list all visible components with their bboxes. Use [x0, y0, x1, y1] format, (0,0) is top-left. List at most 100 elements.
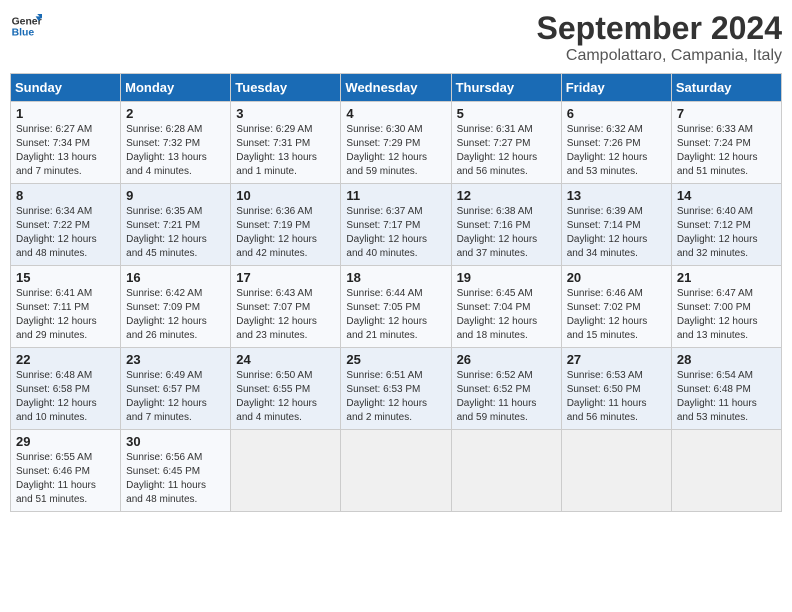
day-number: 13 — [567, 188, 666, 203]
cell-info: Sunrise: 6:36 AMSunset: 7:19 PMDaylight:… — [236, 206, 317, 259]
day-number: 1 — [16, 106, 115, 121]
day-number: 19 — [457, 270, 556, 285]
calendar-cell: 10 Sunrise: 6:36 AMSunset: 7:19 PMDayligh… — [231, 184, 341, 266]
calendar-cell — [671, 430, 781, 512]
title-area: September 2024 Campolattaro, Campania, I… — [537, 10, 782, 65]
cell-info: Sunrise: 6:33 AMSunset: 7:24 PMDaylight:… — [677, 124, 758, 177]
day-number: 10 — [236, 188, 335, 203]
calendar-cell: 3Sunrise: 6:29 AMSunset: 7:31 PMDaylight… — [231, 102, 341, 184]
day-number: 3 — [236, 106, 335, 121]
day-number: 15 — [16, 270, 115, 285]
cell-info: Sunrise: 6:32 AMSunset: 7:26 PMDaylight:… — [567, 124, 648, 177]
cell-info: Sunrise: 6:46 AMSunset: 7:02 PMDaylight:… — [567, 288, 648, 341]
cell-info: Sunrise: 6:43 AMSunset: 7:07 PMDaylight:… — [236, 288, 317, 341]
header-row: SundayMondayTuesdayWednesdayThursdayFrid… — [11, 74, 782, 102]
day-number: 12 — [457, 188, 556, 203]
calendar-cell: 6 Sunrise: 6:32 AMSunset: 7:26 PMDaylight… — [561, 102, 671, 184]
cell-info: Sunrise: 6:49 AMSunset: 6:57 PMDaylight:… — [126, 370, 207, 423]
calendar-cell: 28Sunrise: 6:54 AMSunset: 6:48 PMDayligh… — [671, 348, 781, 430]
calendar-cell — [341, 430, 451, 512]
calendar-cell: 17Sunrise: 6:43 AMSunset: 7:07 PMDayligh… — [231, 266, 341, 348]
day-number: 30 — [126, 434, 225, 449]
day-number: 14 — [677, 188, 776, 203]
cell-info: Sunrise: 6:34 AMSunset: 7:22 PMDaylight:… — [16, 206, 97, 259]
weekday-header: Monday — [121, 74, 231, 102]
calendar-cell: 30Sunrise: 6:56 AMSunset: 6:45 PMDayligh… — [121, 430, 231, 512]
cell-info: Sunrise: 6:41 AMSunset: 7:11 PMDaylight:… — [16, 288, 97, 341]
calendar-cell: 20 Sunrise: 6:46 AMSunset: 7:02 PMDayligh… — [561, 266, 671, 348]
calendar-cell: 1 Sunrise: 6:27 AMSunset: 7:34 PMDaylight… — [11, 102, 121, 184]
cell-info: Sunrise: 6:45 AMSunset: 7:04 PMDaylight:… — [457, 288, 538, 341]
cell-info: Sunrise: 6:38 AMSunset: 7:16 PMDaylight:… — [457, 206, 538, 259]
calendar-cell: 23 Sunrise: 6:49 AMSunset: 6:57 PMDayligh… — [121, 348, 231, 430]
cell-info: Sunrise: 6:31 AMSunset: 7:27 PMDaylight:… — [457, 124, 538, 177]
cell-info: Sunrise: 6:40 AMSunset: 7:12 PMDaylight:… — [677, 206, 758, 259]
cell-info: Sunrise: 6:30 AMSunset: 7:29 PMDaylight:… — [346, 124, 427, 177]
day-number: 11 — [346, 188, 445, 203]
calendar-cell: 11 Sunrise: 6:37 AMSunset: 7:17 PMDayligh… — [341, 184, 451, 266]
cell-info: Sunrise: 6:27 AMSunset: 7:34 PMDaylight:… — [16, 124, 97, 177]
cell-info: Sunrise: 6:37 AMSunset: 7:17 PMDaylight:… — [346, 206, 427, 259]
logo-icon: General Blue — [10, 10, 42, 42]
weekday-header: Saturday — [671, 74, 781, 102]
calendar-cell: 19 Sunrise: 6:45 AMSunset: 7:04 PMDayligh… — [451, 266, 561, 348]
calendar-cell: 13 Sunrise: 6:39 AMSunset: 7:14 PMDayligh… — [561, 184, 671, 266]
day-number: 25 — [346, 352, 445, 367]
cell-info: Sunrise: 6:35 AMSunset: 7:21 PMDaylight:… — [126, 206, 207, 259]
calendar-week-row: 22Sunrise: 6:48 AMSunset: 6:58 PMDayligh… — [11, 348, 782, 430]
weekday-header: Thursday — [451, 74, 561, 102]
day-number: 18 — [346, 270, 445, 285]
cell-info: Sunrise: 6:47 AMSunset: 7:00 PMDaylight:… — [677, 288, 758, 341]
calendar-cell: 7 Sunrise: 6:33 AMSunset: 7:24 PMDaylight… — [671, 102, 781, 184]
day-number: 24 — [236, 352, 335, 367]
location: Campolattaro, Campania, Italy — [537, 47, 782, 65]
calendar-cell: 2 Sunrise: 6:28 AMSunset: 7:32 PMDaylight… — [121, 102, 231, 184]
day-number: 26 — [457, 352, 556, 367]
calendar-table: SundayMondayTuesdayWednesdayThursdayFrid… — [10, 73, 782, 512]
day-number: 2 — [126, 106, 225, 121]
calendar-week-row: 1 Sunrise: 6:27 AMSunset: 7:34 PMDaylight… — [11, 102, 782, 184]
cell-info: Sunrise: 6:42 AMSunset: 7:09 PMDaylight:… — [126, 288, 207, 341]
cell-info: Sunrise: 6:39 AMSunset: 7:14 PMDaylight:… — [567, 206, 648, 259]
day-number: 5 — [457, 106, 556, 121]
calendar-cell: 16 Sunrise: 6:42 AMSunset: 7:09 PMDayligh… — [121, 266, 231, 348]
calendar-cell: 21Sunrise: 6:47 AMSunset: 7:00 PMDayligh… — [671, 266, 781, 348]
day-number: 4 — [346, 106, 445, 121]
calendar-cell: 9 Sunrise: 6:35 AMSunset: 7:21 PMDaylight… — [121, 184, 231, 266]
page-header: General Blue September 2024 Campolattaro… — [10, 10, 782, 65]
calendar-cell — [231, 430, 341, 512]
day-number: 29 — [16, 434, 115, 449]
day-number: 23 — [126, 352, 225, 367]
day-number: 9 — [126, 188, 225, 203]
calendar-cell — [561, 430, 671, 512]
day-number: 20 — [567, 270, 666, 285]
calendar-cell — [451, 430, 561, 512]
day-number: 22 — [16, 352, 115, 367]
day-number: 8 — [16, 188, 115, 203]
calendar-cell: 12 Sunrise: 6:38 AMSunset: 7:16 PMDayligh… — [451, 184, 561, 266]
calendar-cell: 25Sunrise: 6:51 AMSunset: 6:53 PMDayligh… — [341, 348, 451, 430]
logo: General Blue — [10, 10, 42, 42]
cell-info: Sunrise: 6:55 AMSunset: 6:46 PMDaylight:… — [16, 452, 96, 505]
calendar-cell: 27 Sunrise: 6:53 AMSunset: 6:50 PMDayligh… — [561, 348, 671, 430]
cell-info: Sunrise: 6:28 AMSunset: 7:32 PMDaylight:… — [126, 124, 207, 177]
month-title: September 2024 — [537, 10, 782, 47]
day-number: 27 — [567, 352, 666, 367]
cell-info: Sunrise: 6:50 AMSunset: 6:55 PMDaylight:… — [236, 370, 317, 423]
calendar-cell: 26Sunrise: 6:52 AMSunset: 6:52 PMDayligh… — [451, 348, 561, 430]
weekday-header: Wednesday — [341, 74, 451, 102]
weekday-header: Friday — [561, 74, 671, 102]
weekday-header: Sunday — [11, 74, 121, 102]
calendar-cell: 22Sunrise: 6:48 AMSunset: 6:58 PMDayligh… — [11, 348, 121, 430]
day-number: 7 — [677, 106, 776, 121]
day-number: 16 — [126, 270, 225, 285]
calendar-cell: 4 Sunrise: 6:30 AMSunset: 7:29 PMDaylight… — [341, 102, 451, 184]
calendar-cell: 15 Sunrise: 6:41 AMSunset: 7:11 PMDayligh… — [11, 266, 121, 348]
calendar-cell: 29 Sunrise: 6:55 AMSunset: 6:46 PMDayligh… — [11, 430, 121, 512]
calendar-cell: 5 Sunrise: 6:31 AMSunset: 7:27 PMDaylight… — [451, 102, 561, 184]
calendar-week-row: 15 Sunrise: 6:41 AMSunset: 7:11 PMDayligh… — [11, 266, 782, 348]
day-number: 6 — [567, 106, 666, 121]
calendar-week-row: 29 Sunrise: 6:55 AMSunset: 6:46 PMDayligh… — [11, 430, 782, 512]
svg-text:Blue: Blue — [12, 28, 35, 39]
cell-info: Sunrise: 6:53 AMSunset: 6:50 PMDaylight:… — [567, 370, 647, 423]
